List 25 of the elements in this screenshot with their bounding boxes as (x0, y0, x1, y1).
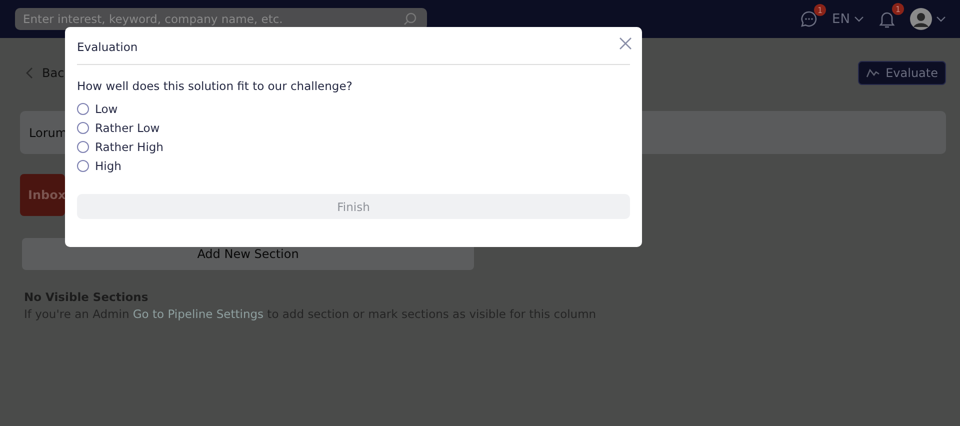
pipeline-settings-link[interactable]: Go to Pipeline Settings (132, 307, 264, 321)
avatar-icon[interactable] (910, 8, 932, 30)
search-icon (403, 12, 417, 26)
column-tab[interactable]: Inbox (20, 174, 65, 216)
notification-badge: 1 (892, 3, 904, 15)
notification-badge: 1 (814, 4, 826, 16)
radio-button[interactable] (77, 160, 89, 172)
language-selector[interactable]: EN (832, 12, 864, 26)
radio-option[interactable]: Rather Low (77, 120, 630, 136)
question-text: How well does this solution fit to our challenge? (77, 79, 354, 93)
radio-option[interactable]: High (77, 158, 630, 174)
chat-icon[interactable] (800, 10, 818, 28)
radio-option[interactable]: Low (77, 101, 630, 117)
radio-button[interactable] (77, 141, 89, 153)
search-input[interactable]: Enter interest, keyword, company name, etc. (23, 12, 403, 26)
evaluate-button[interactable]: Evaluate (858, 61, 946, 85)
caret-icon[interactable] (854, 16, 864, 22)
caret-icon[interactable] (936, 16, 946, 22)
radio-button[interactable] (77, 103, 89, 115)
radio-button[interactable] (77, 122, 89, 134)
radio-option[interactable]: Rather High (77, 139, 630, 155)
close-icon[interactable] (619, 36, 632, 50)
dialog-title: Evaluation (77, 40, 138, 54)
back-link[interactable]: Bac (20, 66, 64, 80)
chart-line-icon[interactable] (866, 68, 880, 78)
